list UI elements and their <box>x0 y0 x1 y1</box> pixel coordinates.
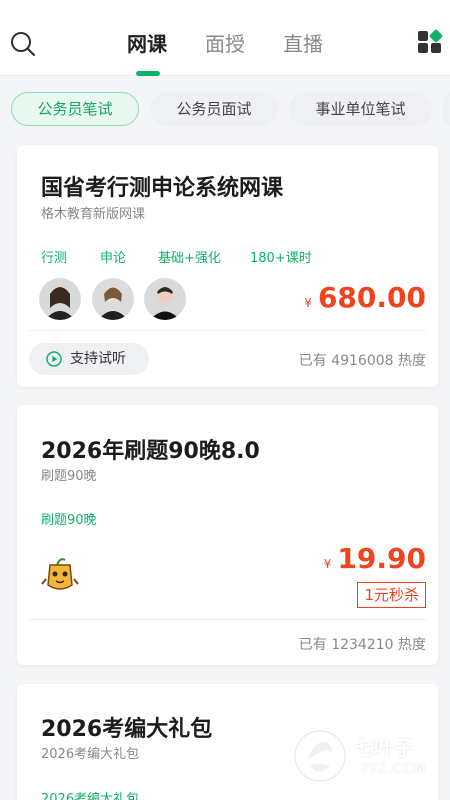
teacher-avatar <box>92 278 134 320</box>
chip-public-institution-written[interactable]: 事业单位笔试 <box>289 92 432 126</box>
trial-listen-button[interactable]: 支持试听 <box>29 343 149 375</box>
active-tab-indicator <box>136 71 160 76</box>
chip-civil-servant-interview[interactable]: 公务员面试 <box>150 92 278 126</box>
flash-sale-badge: 1元秒杀 <box>357 582 426 608</box>
watermark-subtext: 7YZ.COM <box>360 762 427 777</box>
tab-live[interactable]: 直播 <box>283 31 323 57</box>
price-value: 19.90 <box>337 542 426 575</box>
grid-menu-icon[interactable] <box>417 29 443 55</box>
course-tag: 申论 <box>100 251 127 266</box>
heat-prefix: 已有 <box>298 637 327 653</box>
course-tag: 180+课时 <box>250 251 312 266</box>
content-type-tabs: 网课 面授 直播 <box>0 0 450 76</box>
heat-value: 1234210 <box>331 637 394 653</box>
heat-suffix: 热度 <box>398 353 426 369</box>
heat-suffix: 热度 <box>398 637 426 653</box>
course-title: 2026年刷题90晚8.0 <box>41 439 260 464</box>
course-subtitle: 刷题90晚 <box>41 469 97 484</box>
watermark-text: 七叶子 <box>354 736 414 760</box>
tab-in-person[interactable]: 面授 <box>205 31 245 57</box>
chip-civil-servant-written[interactable]: 公务员笔试 <box>11 92 139 126</box>
heat-count: 已有 1234210 热度 <box>299 634 426 654</box>
chip-more[interactable] <box>443 92 450 126</box>
play-circle-icon <box>46 351 62 367</box>
site-watermark: 七叶子 7YZ.COM <box>292 726 442 786</box>
top-bar: 网课 面授 直播 <box>0 0 450 76</box>
teacher-avatar <box>39 278 81 320</box>
currency-symbol: ¥ <box>323 557 332 571</box>
trial-listen-label: 支持试听 <box>70 351 126 367</box>
course-card[interactable]: 国省考行测申论系统网课 格木教育新版网课 行测 申论 基础+强化 180+课时 … <box>17 145 438 387</box>
divider <box>29 330 426 331</box>
mascot-avatar <box>37 551 83 597</box>
course-price: ¥19.90 <box>324 542 426 575</box>
heat-value: 4916008 <box>331 353 394 369</box>
leaf-logo-icon <box>294 730 346 782</box>
course-tag: 基础+强化 <box>158 251 221 266</box>
course-subtitle: 2026考编大礼包 <box>41 747 140 762</box>
heat-count: 已有 4916008 热度 <box>299 350 426 370</box>
course-tag: 刷题90晚 <box>41 513 97 528</box>
price-value: 680.00 <box>317 281 426 314</box>
heat-prefix: 已有 <box>298 353 327 369</box>
tab-online-course[interactable]: 网课 <box>127 31 167 57</box>
exam-type-filter: 公务员笔试 公务员面试 事业单位笔试 <box>0 92 450 128</box>
course-title: 国省考行测申论系统网课 <box>41 176 284 201</box>
divider <box>29 619 426 620</box>
course-title: 2026考编大礼包 <box>41 717 213 742</box>
course-price: ¥680.00 <box>304 281 426 314</box>
course-subtitle: 格木教育新版网课 <box>41 207 146 222</box>
course-tag: 行测 <box>41 251 68 266</box>
course-tag: 2026考编大礼包 <box>41 792 140 800</box>
teacher-avatar <box>144 278 186 320</box>
course-card[interactable]: 2026年刷题90晚8.0 刷题90晚 刷题90晚 ¥19.90 1元秒杀 已有… <box>17 405 438 665</box>
currency-symbol: ¥ <box>304 296 312 310</box>
